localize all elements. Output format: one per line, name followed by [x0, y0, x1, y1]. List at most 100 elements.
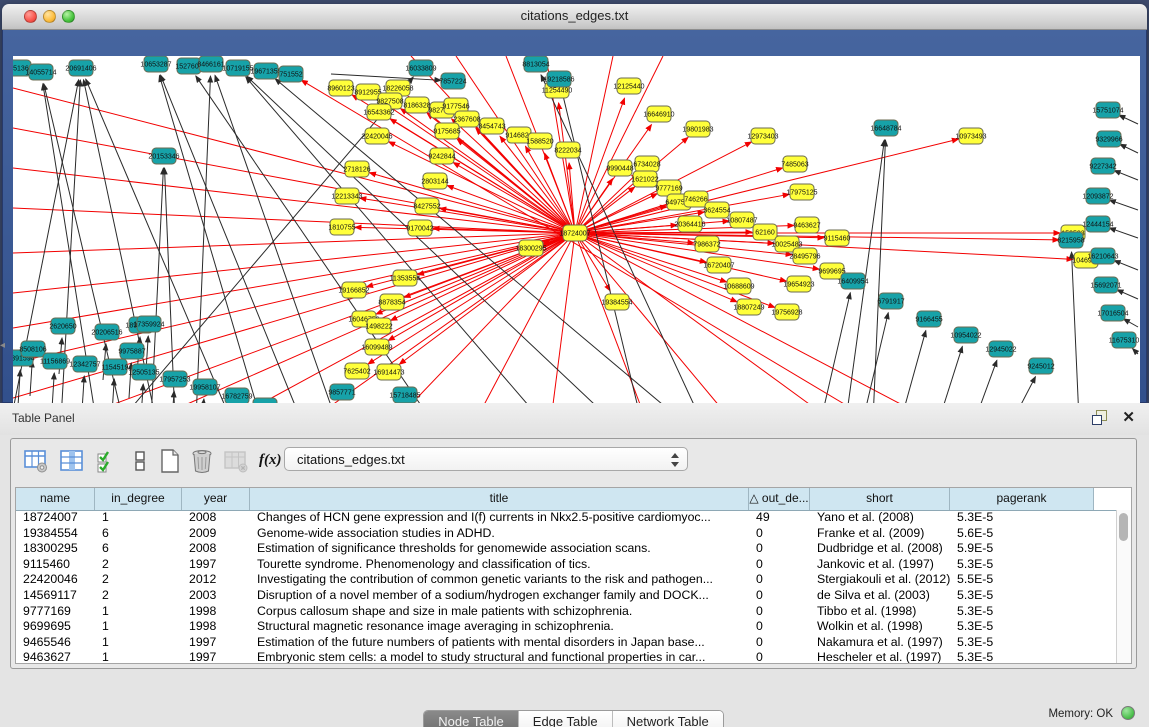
select-checks-icon[interactable] — [95, 448, 121, 474]
graph-node[interactable]: 16646910 — [643, 106, 674, 122]
graph-node[interactable]: 8186328 — [403, 97, 430, 113]
graph-node[interactable]: 8222034 — [554, 142, 581, 158]
graph-node[interactable]: 9857771 — [328, 384, 355, 400]
graph-node[interactable]: 9245012 — [1027, 358, 1054, 374]
graph-node[interactable]: 8813054 — [522, 56, 549, 72]
graph-node[interactable]: 2718126 — [343, 161, 370, 177]
graph-node[interactable]: 746266 — [684, 191, 708, 207]
graph-node[interactable]: 6791917 — [877, 293, 904, 309]
network-canvas[interactable]: 1872400789601238912955182260589827508165… — [13, 56, 1140, 422]
graph-node[interactable]: 19218586 — [543, 71, 574, 87]
graph-node[interactable]: 11353554 — [390, 270, 421, 286]
graph-node[interactable]: 7986372 — [693, 236, 720, 252]
graph-node[interactable]: 17016504 — [1097, 305, 1128, 321]
graph-node[interactable]: 9242844 — [428, 148, 455, 164]
citation-network-graph[interactable]: 1872400789601238912955182260589827508165… — [13, 56, 1140, 422]
graph-node[interactable]: 20364416 — [674, 216, 705, 232]
graph-node[interactable]: 8427552 — [413, 198, 440, 214]
table-mode-icon[interactable] — [23, 448, 49, 474]
graph-node[interactable]: 17957253 — [159, 371, 190, 387]
graph-node[interactable]: 10719155 — [222, 60, 253, 76]
graph-node[interactable]: 9329966 — [1095, 131, 1122, 147]
graph-node[interactable]: 8960123 — [327, 80, 354, 96]
graph-node[interactable]: 16543362 — [363, 104, 394, 120]
graph-node[interactable]: 16210643 — [1087, 248, 1118, 264]
graph-node[interactable]: 8466161 — [197, 56, 224, 72]
show-columns-icon[interactable] — [59, 448, 85, 474]
table-row[interactable]: 969969511998Structural magnetic resonanc… — [16, 619, 1117, 635]
column-header[interactable]: △ out_de... — [749, 488, 810, 510]
column-header[interactable]: title — [250, 488, 749, 510]
side-panel-collapse-icon[interactable]: ◂ — [0, 340, 5, 351]
graph-node[interactable]: 10807487 — [726, 212, 757, 228]
close-panel-icon[interactable]: ✕ — [1122, 408, 1135, 426]
graph-node[interactable]: 11156869 — [40, 353, 70, 369]
graph-node[interactable]: 18724007 — [559, 225, 590, 241]
graph-node[interactable]: 12973403 — [747, 128, 778, 144]
row-height-icon[interactable] — [127, 448, 153, 474]
graph-node[interactable]: 12093872 — [1082, 188, 1113, 204]
column-header[interactable]: year — [182, 488, 250, 510]
graph-node[interactable]: 9170042 — [406, 220, 433, 236]
graph-node[interactable]: 1810755 — [328, 219, 355, 235]
graph-node[interactable]: 751552 — [279, 66, 303, 82]
graph-node[interactable]: 15692071 — [1090, 277, 1121, 293]
function-builder-icon[interactable]: f(x) — [259, 452, 285, 478]
graph-node[interactable]: 18807249 — [733, 299, 764, 315]
graph-node[interactable]: 8454743 — [478, 118, 505, 134]
graph-node[interactable]: 19654923 — [783, 276, 814, 292]
graph-node[interactable]: 20206516 — [91, 324, 122, 340]
graph-node[interactable]: 16914473 — [373, 364, 404, 380]
graph-node[interactable]: 12945022 — [985, 341, 1016, 357]
table-row[interactable]: 1872400712008Changes of HCN gene express… — [16, 510, 1117, 526]
graph-node[interactable]: 10954022 — [950, 327, 981, 343]
graph-node[interactable]: 17359924 — [133, 316, 164, 332]
graph-node[interactable]: 1498222 — [365, 318, 392, 334]
graph-node[interactable]: 14055714 — [25, 64, 56, 80]
graph-node[interactable]: 7625402 — [343, 363, 370, 379]
graph-node[interactable]: 9975887 — [118, 343, 145, 359]
table-row[interactable]: 1456911722003Disruption of a novel membe… — [16, 588, 1117, 604]
graph-node[interactable]: 9175685 — [433, 123, 460, 139]
table-selector-dropdown[interactable]: citations_edges.txt — [284, 447, 688, 471]
graph-node[interactable]: 16648784 — [870, 120, 901, 136]
graph-node[interactable]: 9166455 — [915, 311, 942, 327]
graph-node[interactable]: 19756928 — [771, 304, 802, 320]
graph-node[interactable]: 12444154 — [1082, 216, 1113, 232]
table-row[interactable]: 977716911998Corpus callosum shape and si… — [16, 604, 1117, 620]
graph-node[interactable]: 15718485 — [389, 387, 420, 403]
graph-node[interactable]: 62160 — [753, 224, 777, 240]
column-header[interactable]: pagerank — [950, 488, 1094, 510]
new-column-icon[interactable] — [157, 448, 183, 474]
graph-node[interactable]: 12505135 — [128, 364, 159, 380]
table-scrollbar-thumb[interactable] — [1119, 513, 1128, 541]
delete-column-icon[interactable] — [189, 448, 215, 474]
graph-node[interactable]: 11675310 — [1109, 332, 1140, 348]
graph-node[interactable]: 16782759 — [221, 388, 252, 404]
column-header[interactable]: in_degree — [95, 488, 182, 510]
graph-node[interactable]: 1588520 — [526, 133, 553, 149]
graph-node[interactable]: 12342757 — [69, 356, 100, 372]
graph-node[interactable]: 9990448 — [606, 160, 633, 176]
table-row[interactable]: 1938455462009Genome-wide association stu… — [16, 526, 1117, 542]
graph-node[interactable]: 16099489 — [361, 339, 392, 355]
graph-node[interactable]: 20691406 — [65, 60, 96, 76]
table-row[interactable]: 1830029562008Estimation of significance … — [16, 541, 1117, 557]
graph-node[interactable]: 8508106 — [19, 341, 46, 357]
column-header[interactable]: name — [16, 488, 95, 510]
graph-node[interactable]: 10688609 — [723, 278, 754, 294]
graph-node[interactable]: 3624554 — [703, 202, 730, 218]
graph-node[interactable]: 22420046 — [361, 128, 392, 144]
table-row[interactable]: 2242004622012Investigating the contribut… — [16, 572, 1117, 588]
float-panel-icon[interactable] — [1091, 409, 1107, 425]
graph-node[interactable]: 7857224 — [439, 73, 466, 89]
graph-node[interactable]: 16033809 — [405, 60, 436, 76]
graph-node[interactable]: 19801983 — [682, 121, 713, 137]
graph-node[interactable]: 6734028 — [633, 156, 660, 172]
graph-node[interactable]: 16720407 — [703, 257, 734, 273]
graph-node[interactable]: 15751074 — [1092, 102, 1123, 118]
graph-node[interactable]: 2803144 — [421, 173, 448, 189]
graph-node[interactable]: 19671355 — [250, 63, 281, 79]
graph-node[interactable]: 10653287 — [140, 56, 171, 72]
table-scrollbar[interactable] — [1116, 510, 1131, 663]
